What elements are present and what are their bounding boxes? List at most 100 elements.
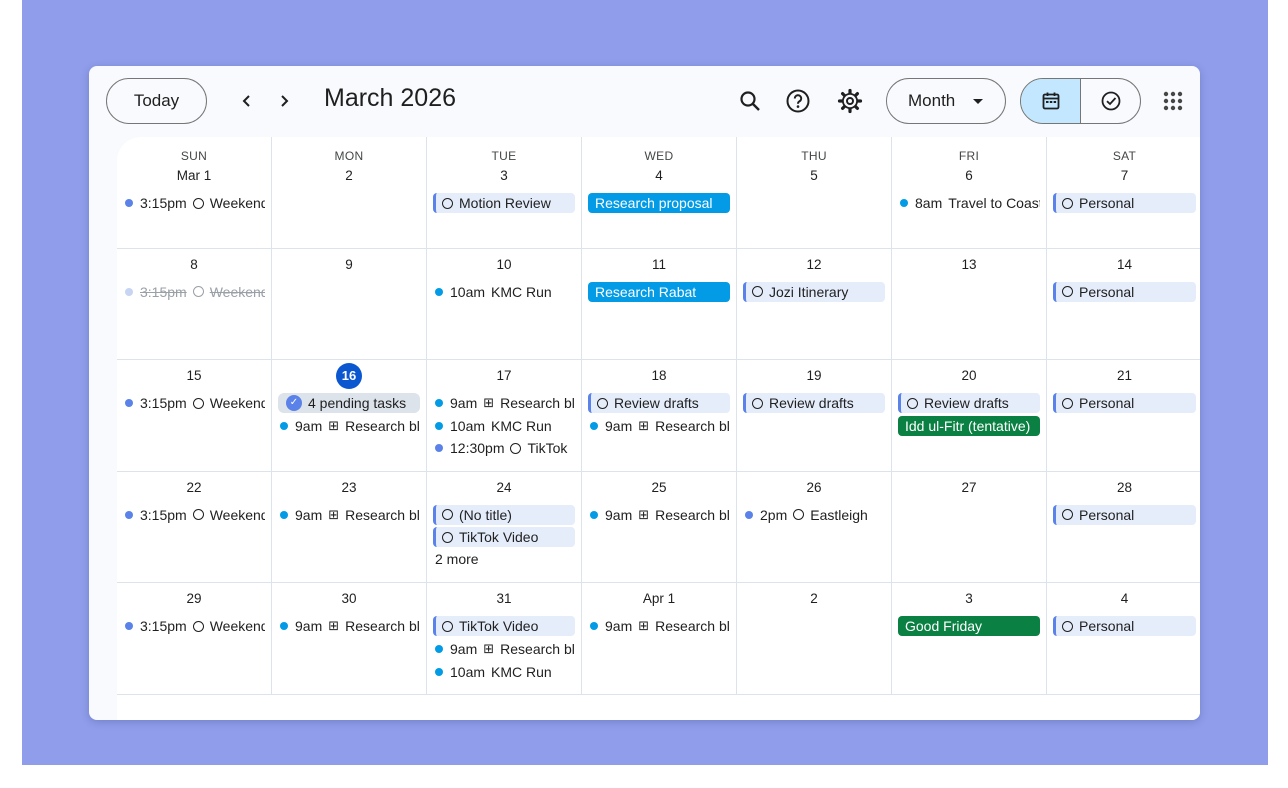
task-chip[interactable]: Jozi Itinerary [743, 281, 885, 302]
task-chip[interactable]: Personal [1053, 393, 1196, 414]
apps-grid-icon[interactable] [1158, 86, 1188, 116]
timed-event[interactable]: 3:15pm Weekend [123, 505, 265, 525]
day-cell[interactable]: 28 Personal [1047, 472, 1200, 584]
day-cell[interactable]: FRI 6 8am Travel to Coast [892, 137, 1047, 249]
today-button[interactable]: Today [106, 78, 207, 124]
date-number[interactable]: 18 [582, 368, 736, 384]
task-chip[interactable]: Personal [1053, 193, 1196, 213]
date-number[interactable]: 24 [427, 480, 581, 496]
timed-event[interactable]: 3:15pm Weekend [123, 393, 265, 413]
timed-event[interactable]: 10am KMC Run [433, 282, 575, 302]
timed-event[interactable]: 9am ⊞ Research block [278, 505, 420, 525]
view-select[interactable]: Month [886, 78, 1006, 124]
date-number[interactable]: 3 [892, 591, 1046, 607]
date-number[interactable]: 12 [737, 257, 891, 273]
date-number[interactable]: 22 [117, 480, 271, 496]
timed-event[interactable]: 9am ⊞ Research block [278, 416, 420, 436]
task-chip[interactable]: Review drafts [898, 393, 1040, 414]
day-cell[interactable]: 24 (No title) TikTok Video 2 more [427, 471, 582, 584]
timed-event[interactable]: 10am KMC Run [433, 662, 575, 682]
search-icon[interactable] [735, 86, 765, 116]
timed-event[interactable]: 3:15pm Weekend [123, 193, 265, 213]
day-cell[interactable]: 31 TikTok Video 9am ⊞ Research block 10am KMC … [427, 583, 582, 695]
timed-event[interactable]: 12:30pm TikTok [433, 438, 575, 458]
pending-tasks-chip[interactable]: ✓ 4 pending tasks [278, 393, 420, 414]
timed-event[interactable]: 3:15pm Weekend [123, 282, 265, 302]
timed-event[interactable]: 9am ⊞ Research block [588, 416, 730, 436]
date-number[interactable]: 23 [272, 480, 426, 496]
date-number[interactable]: 28 [1047, 480, 1200, 496]
day-cell[interactable]: MON 2 [272, 137, 427, 249]
more-events-link[interactable]: 2 more [435, 551, 479, 567]
chevron-right-icon[interactable] [271, 88, 297, 114]
day-cell[interactable]: 27 [892, 471, 1047, 584]
date-number[interactable]: Mar 1 [117, 168, 271, 184]
day-cell[interactable]: SAT 7 Personal [1047, 137, 1200, 249]
date-number[interactable]: 10 [427, 257, 581, 273]
date-number[interactable]: 26 [737, 480, 891, 496]
timed-event[interactable]: 9am ⊞ Research block [588, 616, 730, 636]
date-number[interactable]: 17 [427, 368, 581, 384]
help-icon[interactable] [783, 86, 813, 116]
timed-event[interactable]: 2pm Eastleigh [743, 505, 885, 525]
day-cell[interactable]: 19 Review drafts [737, 360, 892, 472]
timed-event[interactable]: 9am ⊞ Research block [588, 505, 730, 525]
day-cell[interactable]: 18 Review drafts 9am ⊞ Research block [582, 360, 737, 472]
all-day-event[interactable]: Idd ul-Fitr (tentative) [898, 415, 1040, 436]
date-number[interactable]: Apr 1 [582, 591, 736, 607]
date-number[interactable]: 27 [892, 480, 1046, 496]
task-chip[interactable]: (No title) [433, 504, 575, 525]
day-cell[interactable]: THU 5 [737, 137, 892, 249]
gear-icon[interactable] [835, 86, 865, 116]
day-cell[interactable]: 4 Personal [1047, 583, 1200, 695]
timed-event[interactable]: 9am ⊞ Research block [433, 639, 575, 659]
date-number[interactable]: 11 [582, 257, 736, 273]
day-cell[interactable]: 29 3:15pm Weekend [117, 583, 272, 695]
day-cell[interactable]: 12 Jozi Itinerary [737, 248, 892, 361]
all-day-event[interactable]: Good Friday [898, 616, 1040, 637]
date-number[interactable]: 31 [427, 591, 581, 607]
timed-event[interactable]: 10am KMC Run [433, 416, 575, 436]
date-number[interactable]: 4 [1047, 591, 1200, 607]
date-number[interactable]: 3 [427, 168, 581, 184]
timed-event[interactable]: 8am Travel to Coast [898, 193, 1040, 213]
today-date[interactable]: 16 [336, 363, 362, 390]
task-chip[interactable]: TikTok Video [433, 616, 575, 637]
day-cell[interactable]: 3 Good Friday [892, 583, 1047, 695]
day-cell[interactable]: 10 10am KMC Run [427, 248, 582, 361]
date-number[interactable]: 6 [892, 168, 1046, 184]
date-number[interactable]: 29 [117, 591, 271, 607]
day-cell[interactable]: 30 9am ⊞ Research block [272, 583, 427, 695]
day-cell[interactable]: 21 Personal [1047, 360, 1200, 472]
tasks-view-toggle[interactable] [1081, 79, 1140, 123]
day-cell[interactable]: 11 Research Rabat [582, 248, 737, 361]
day-cell[interactable]: 15 3:15pm Weekend [117, 360, 272, 472]
date-number[interactable]: 13 [892, 257, 1046, 273]
day-cell[interactable]: 8 3:15pm Weekend [117, 248, 272, 361]
day-cell[interactable]: 22 3:15pm Weekend [117, 471, 272, 584]
date-number[interactable]: 4 [582, 168, 736, 184]
date-number[interactable]: 21 [1047, 368, 1200, 384]
timed-event[interactable]: 9am ⊞ Research block [433, 393, 575, 413]
day-cell[interactable]: 26 2pm Eastleigh [737, 471, 892, 584]
day-cell[interactable]: SUN Mar 1 3:15pm Weekend [117, 137, 272, 249]
date-number[interactable]: 2 [272, 168, 426, 184]
day-cell[interactable]: 13 [892, 248, 1047, 361]
task-chip[interactable]: Personal [1053, 616, 1196, 637]
task-chip[interactable]: Review drafts [588, 393, 730, 414]
all-day-event[interactable]: Research proposal [588, 193, 730, 213]
task-chip[interactable]: TikTok Video [433, 527, 575, 548]
chevron-left-icon[interactable] [234, 88, 260, 114]
day-cell[interactable]: 23 9am ⊞ Research block [272, 471, 427, 584]
day-cell[interactable]: 17 9am ⊞ Research block 10am KMC Run 12:30pm Ti… [427, 360, 582, 472]
date-number[interactable]: 20 [892, 368, 1046, 384]
day-cell[interactable]: WED 4 Research proposal [582, 137, 737, 249]
date-number[interactable]: 7 [1047, 168, 1200, 184]
day-cell[interactable]: 20 Review drafts Idd ul-Fitr (tentative) [892, 360, 1047, 472]
day-cell[interactable]: Apr 1 9am ⊞ Research block [582, 583, 737, 695]
date-number[interactable]: 15 [117, 368, 271, 384]
calendar-view-toggle[interactable] [1021, 79, 1081, 123]
date-number[interactable]: 5 [737, 168, 891, 184]
timed-event[interactable]: 9am ⊞ Research block [278, 616, 420, 636]
date-number[interactable]: 25 [582, 480, 736, 496]
